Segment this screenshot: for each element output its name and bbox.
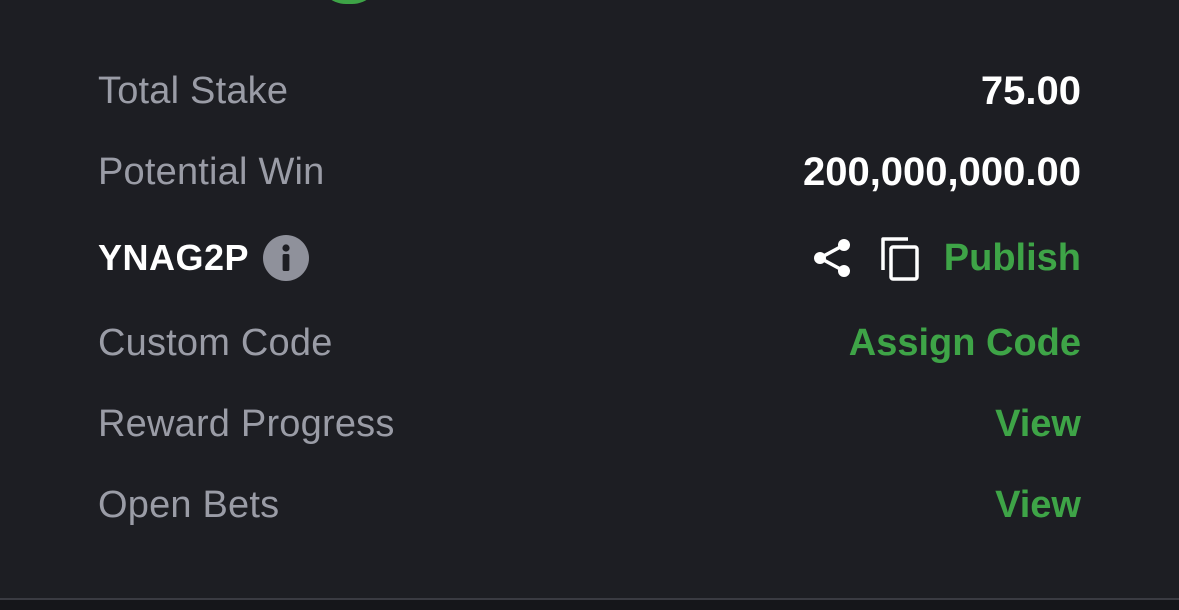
section-divider: [0, 598, 1179, 610]
booking-actions: Publish: [808, 233, 1081, 283]
share-icon[interactable]: [808, 233, 858, 283]
assign-code-button[interactable]: Assign Code: [849, 322, 1081, 365]
potential-win-value: 200,000,000.00: [802, 149, 1081, 194]
custom-code-label: Custom Code: [98, 321, 333, 364]
copy-icon[interactable]: [876, 233, 926, 283]
booking-code-row: YNAG2P Publish: [98, 228, 1081, 288]
info-icon[interactable]: [263, 235, 310, 281]
potential-win-label: Potential Win: [98, 150, 325, 193]
reward-progress-label: Reward Progress: [98, 402, 395, 445]
reward-progress-view-button[interactable]: View: [995, 403, 1081, 446]
publish-button[interactable]: Publish: [944, 237, 1081, 280]
bet-summary-panel: Total Stake 75.00 Potential Win 200,000,…: [0, 0, 1179, 598]
total-stake-row: Total Stake 75.00: [98, 61, 1081, 121]
custom-code-row: Custom Code Assign Code: [98, 313, 1081, 373]
reward-progress-row: Reward Progress View: [98, 394, 1081, 454]
open-bets-row: Open Bets View: [98, 475, 1081, 535]
total-stake-label: Total Stake: [98, 69, 289, 112]
open-bets-label: Open Bets: [98, 483, 280, 526]
total-stake-value: 75.00: [980, 68, 1081, 113]
open-bets-view-button[interactable]: View: [995, 484, 1081, 527]
booking-code-group: YNAG2P: [98, 235, 310, 281]
potential-win-row: Potential Win 200,000,000.00: [98, 142, 1081, 202]
booking-code: YNAG2P: [98, 237, 250, 278]
